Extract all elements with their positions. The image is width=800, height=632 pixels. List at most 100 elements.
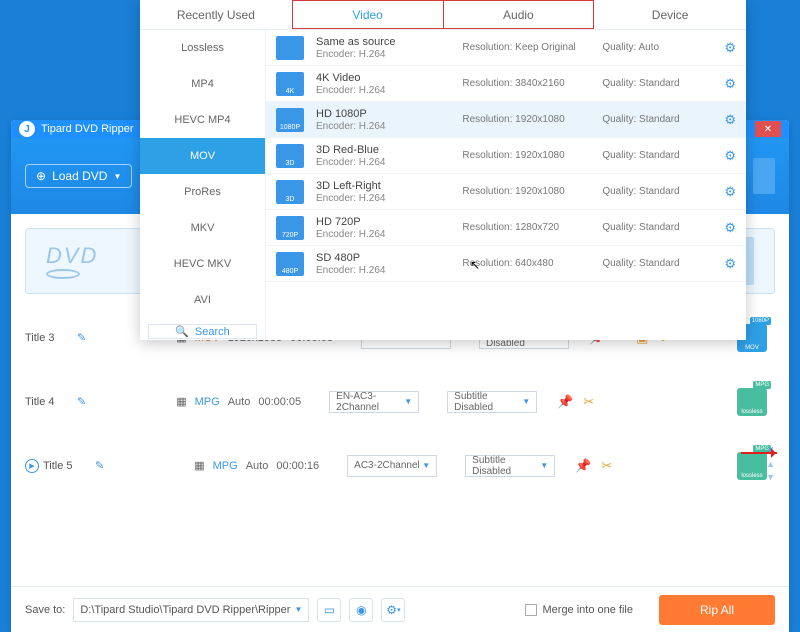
track-row[interactable]: ▶Title 5✎▦MPGAuto00:00:16AC3-2Channel▼Su… (25, 444, 775, 486)
preset-title: 4K Video (316, 72, 450, 84)
app-logo-icon: J (19, 121, 35, 137)
play-icon[interactable]: ▶ (25, 459, 39, 473)
pin-icon[interactable]: 📌 (575, 458, 591, 474)
tab-recently-used[interactable]: Recently Used (140, 0, 292, 29)
category-prores[interactable]: ProRes (140, 174, 265, 210)
preset-item[interactable]: 4K4K VideoEncoder: H.264Resolution: 3840… (266, 66, 746, 102)
tab-audio[interactable]: Audio (444, 0, 595, 29)
preset-item[interactable]: Same as sourceEncoder: H.264 Resolution: … (266, 30, 746, 66)
chevron-down-icon[interactable]: ▼ (766, 472, 775, 482)
gear-icon[interactable]: ⚙ (724, 40, 736, 56)
gear-icon[interactable]: ⚙ (724, 148, 736, 164)
gear-icon[interactable]: ⚙ (724, 112, 736, 128)
category-avi[interactable]: AVI (140, 282, 265, 318)
preset-item[interactable]: 480PSD 480PEncoder: H.264Resolution: 640… (266, 246, 746, 282)
chevron-down-icon: ▼ (294, 605, 302, 614)
track-format: MPG (213, 460, 238, 472)
scissors-icon[interactable]: ✂ (583, 394, 594, 410)
audio-select[interactable]: AC3-2Channel▼ (347, 455, 437, 477)
chevron-up-icon[interactable]: ▲ (766, 459, 775, 469)
track-resolution: Auto (246, 460, 269, 472)
preset-quality: Quality: Standard (602, 186, 712, 197)
category-hevc-mp4[interactable]: HEVC MP4 (140, 102, 265, 138)
gear-icon[interactable]: ⚙ (724, 220, 736, 236)
preset-thumb-icon: 4K (276, 72, 304, 96)
pencil-icon[interactable]: ✎ (95, 459, 104, 472)
format-tabs: Recently Used Video Audio Device (140, 0, 746, 30)
load-dvd-button[interactable]: ⊕ Load DVD ▼ (25, 164, 132, 188)
track-name: Title 3 (25, 332, 77, 344)
film-icon: ▦ (176, 395, 186, 408)
preset-resolution: Resolution: Keep Original (462, 42, 590, 53)
output-format-badge[interactable]: MPGlossless (737, 452, 767, 480)
category-sidebar: LosslessMP4HEVC MP4MOVProResMKVHEVC MKVA… (140, 30, 266, 340)
save-path-text: D:\Tipard Studio\Tipard DVD Ripper\Rippe… (80, 604, 290, 616)
audio-select[interactable]: EN-AC3-2Channel▼ (329, 391, 419, 413)
merge-checkbox[interactable]: Merge into one file (525, 604, 634, 616)
dvd-logo-text: DVD (46, 243, 98, 269)
close-icon[interactable]: ✕ (767, 445, 775, 456)
subtitle-select[interactable]: Subtitle Disabled▼ (447, 391, 537, 413)
category-mov[interactable]: MOV (140, 138, 265, 174)
preset-item[interactable]: 3D3D Left-RightEncoder: H.264Resolution:… (266, 174, 746, 210)
preset-thumb-icon: 3D (276, 144, 304, 168)
tab-video[interactable]: Video (292, 0, 444, 29)
preset-resolution: Resolution: 1280x720 (462, 222, 590, 233)
preset-quality: Quality: Standard (602, 222, 712, 233)
preset-item[interactable]: 720PHD 720PEncoder: H.264Resolution: 128… (266, 210, 746, 246)
preset-encoder: Encoder: H.264 (316, 193, 450, 204)
track-name: Title 5 (43, 460, 95, 472)
preset-title: SD 480P (316, 252, 450, 264)
tab-device[interactable]: Device (594, 0, 746, 29)
subtitle-select[interactable]: Subtitle Disabled▼ (465, 455, 555, 477)
track-info: ▦MPGAuto00:00:05 (176, 395, 301, 408)
track-duration: 00:00:05 (258, 396, 301, 408)
preset-encoder: Encoder: H.264 (316, 265, 450, 276)
row-controls: ✕ ▲ ▼ (766, 445, 775, 482)
preset-thumb-icon: 3D (276, 180, 304, 204)
preset-thumb-icon: 1080P (276, 108, 304, 132)
pencil-icon[interactable]: ✎ (77, 331, 86, 344)
category-mkv[interactable]: MKV (140, 210, 265, 246)
open-folder-button[interactable]: ▭ (317, 598, 341, 622)
preset-list: Same as sourceEncoder: H.264Resolution: … (266, 30, 746, 340)
search-icon: 🔍 (175, 325, 189, 338)
preset-encoder: Encoder: H.264 (316, 49, 450, 60)
track-list: ▶Title 3✎▦MOV1920x108000:00:08AC3-2Chann… (11, 316, 789, 486)
track-tools: 📌✂ (575, 458, 612, 474)
preset-item[interactable]: 1080PHD 1080PEncoder: H.264Resolution: 1… (266, 102, 746, 138)
settings-button[interactable]: ⚙▾ (381, 598, 405, 622)
preset-title: 3D Red-Blue (316, 144, 450, 156)
track-resolution: Auto (228, 396, 251, 408)
close-button[interactable]: ✕ (755, 121, 781, 137)
preset-encoder: Encoder: H.264 (316, 121, 450, 132)
search-input[interactable]: 🔍 Search (148, 324, 257, 339)
preset-title: 3D Left-Right (316, 180, 450, 192)
gear-icon[interactable]: ⚙ (724, 76, 736, 92)
rip-all-button[interactable]: Rip All (659, 595, 775, 625)
pin-icon[interactable]: 📌 (557, 394, 573, 410)
gear-icon[interactable]: ⚙ (724, 256, 736, 272)
search-label: Search (195, 326, 230, 338)
preset-title: Same as source (316, 36, 450, 48)
preset-resolution: Resolution: 3840x2160 (462, 78, 590, 89)
gear-icon[interactable]: ⚙ (724, 184, 736, 200)
preset-thumb-icon (276, 36, 304, 60)
pencil-icon[interactable]: ✎ (77, 395, 86, 408)
scissors-icon[interactable]: ✂ (601, 458, 612, 474)
category-hevc-mkv[interactable]: HEVC MKV (140, 246, 265, 282)
track-tools: 📌✂ (557, 394, 594, 410)
track-row[interactable]: ▶Title 4✎▦MPGAuto00:00:05EN-AC3-2Channel… (25, 380, 775, 422)
bottom-bar: Save to: D:\Tipard Studio\Tipard DVD Rip… (11, 586, 789, 632)
category-lossless[interactable]: Lossless (140, 30, 265, 66)
preset-resolution: Resolution: 1920x1080 (462, 114, 590, 125)
hardware-accel-button[interactable]: ◉ (349, 598, 373, 622)
preset-item[interactable]: 3D3D Red-BlueEncoder: H.264Resolution: 1… (266, 138, 746, 174)
format-dropdown-toggle[interactable] (753, 158, 775, 194)
output-format-badge[interactable]: MPGlossless (737, 388, 767, 416)
track-info: ▦MPGAuto00:00:16 (194, 459, 319, 472)
save-path-field[interactable]: D:\Tipard Studio\Tipard DVD Ripper\Rippe… (73, 598, 309, 622)
preset-thumb-icon: 720P (276, 216, 304, 240)
preset-resolution: Resolution: 640x480 (462, 258, 590, 269)
category-mp4[interactable]: MP4 (140, 66, 265, 102)
